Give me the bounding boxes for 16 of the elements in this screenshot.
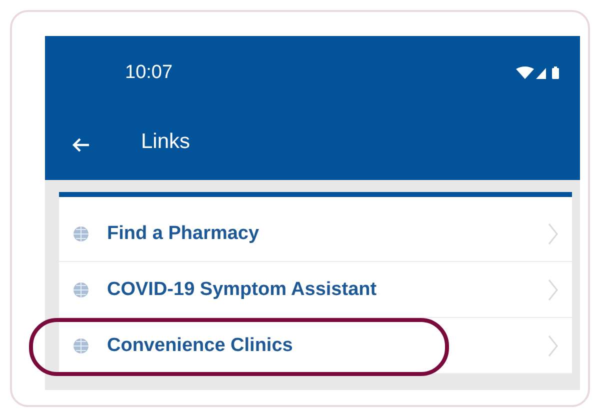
back-icon[interactable] <box>71 137 91 153</box>
chevron-icon <box>548 222 558 244</box>
chevron-icon <box>548 334 558 356</box>
status-time: 10:07 <box>125 62 173 84</box>
toolbar-title: Links <box>141 130 190 154</box>
globe-icon <box>73 282 89 298</box>
status-icons <box>516 66 562 80</box>
globe-icon <box>73 226 89 242</box>
link-row[interactable]: Find a Pharmacy <box>59 206 572 262</box>
chevron-icon <box>548 278 558 300</box>
globe-icon <box>73 338 89 354</box>
link-row[interactable]: COVID-19 Symptom Assistant <box>59 262 572 318</box>
link-label: Find a Pharmacy <box>107 222 260 244</box>
link-label: COVID-19 Symptom Assistant <box>107 278 378 300</box>
link-row[interactable]: Convenience Clinics <box>59 318 572 374</box>
link-label: Convenience Clinics <box>107 334 294 356</box>
